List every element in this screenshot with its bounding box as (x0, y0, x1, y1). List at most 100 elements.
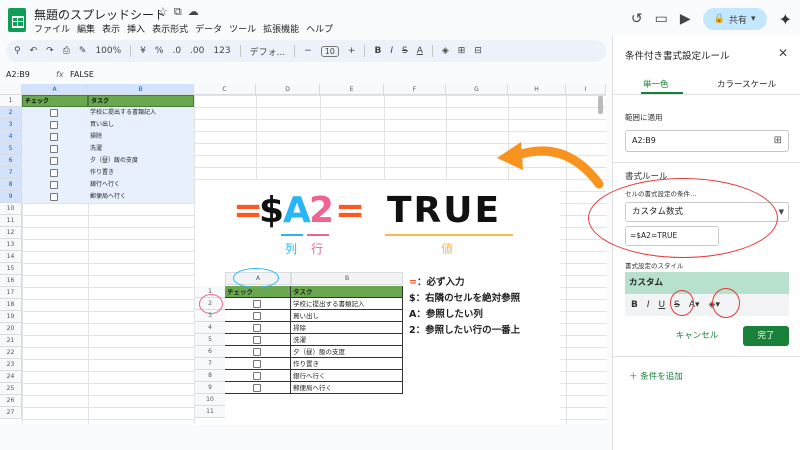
document-title[interactable]: 無題のスプレッドシート (34, 6, 166, 23)
column-header-d[interactable]: D (256, 84, 320, 95)
currency-button[interactable]: ¥ (140, 46, 146, 56)
task-cell[interactable]: 銀行へ行く (88, 179, 194, 191)
chevron-down-icon[interactable]: ▾ (751, 14, 756, 24)
percent-button[interactable]: % (155, 46, 164, 56)
column-header-b[interactable]: B (88, 84, 194, 95)
row-header[interactable]: 20 (0, 323, 22, 335)
checkbox[interactable] (50, 193, 58, 201)
row-header[interactable]: 4 (0, 131, 22, 143)
row-header[interactable]: 17 (0, 287, 22, 299)
vertical-scrollbar[interactable] (598, 96, 603, 114)
row-header[interactable]: 26 (0, 395, 22, 407)
menu-insert[interactable]: 挿入 (127, 22, 145, 35)
menu-data[interactable]: データ (195, 22, 222, 35)
cancel-button[interactable]: キャンセル (665, 326, 729, 346)
borders-icon[interactable]: ⊞ (458, 46, 466, 56)
gemini-icon[interactable]: ✦ (779, 10, 792, 29)
tab-color-scale[interactable]: カラースケール (717, 78, 776, 90)
style-italic-button[interactable]: I (647, 300, 650, 310)
add-rule-button[interactable]: ＋ 条件を追加 (629, 370, 683, 382)
header-cell-task[interactable]: タスク (88, 95, 194, 107)
formula-input[interactable]: FALSE (70, 70, 94, 79)
row-header[interactable]: 13 (0, 239, 22, 251)
task-cell[interactable]: 洗濯 (88, 143, 194, 155)
row-header[interactable]: 16 (0, 275, 22, 287)
task-cell[interactable]: 作り置き (88, 167, 194, 179)
increase-decimal-button[interactable]: .00 (190, 46, 204, 56)
fill-color-icon[interactable]: ◈ (442, 46, 449, 56)
menu-tools[interactable]: ツール (229, 22, 256, 35)
row-header[interactable]: 18 (0, 299, 22, 311)
task-cell[interactable]: 夕（昼）飯の支度 (88, 155, 194, 167)
task-cell[interactable]: 郵便局へ行く (88, 191, 194, 203)
meet-icon[interactable]: ▶ (680, 11, 691, 27)
column-header-c[interactable]: C (194, 84, 256, 95)
search-icon[interactable]: ⚲ (14, 46, 21, 56)
row-header[interactable]: 12 (0, 227, 22, 239)
row-header[interactable]: 9 (0, 191, 22, 203)
star-icon[interactable]: ☆ (158, 5, 174, 18)
task-cell[interactable]: 学校に提出する書類記入 (88, 107, 194, 119)
history-icon[interactable]: ↺ (631, 11, 643, 27)
menu-help[interactable]: ヘルプ (306, 22, 333, 35)
row-header[interactable]: 24 (0, 371, 22, 383)
row-header[interactable]: 15 (0, 263, 22, 275)
task-cell[interactable]: 掃除 (88, 131, 194, 143)
sheets-logo-icon[interactable] (8, 8, 26, 32)
text-color-button[interactable]: A (417, 46, 423, 56)
checkbox[interactable] (50, 169, 58, 177)
row-header[interactable]: 1 (0, 95, 22, 107)
column-header-f[interactable]: F (384, 84, 446, 95)
column-header-a[interactable]: A (22, 84, 88, 95)
column-header-g[interactable]: G (446, 84, 508, 95)
comment-icon[interactable]: ▭ (655, 11, 668, 27)
checkbox[interactable] (50, 145, 58, 153)
task-cell[interactable]: 買い出し (88, 119, 194, 131)
menu-file[interactable]: ファイル (34, 22, 70, 35)
menu-view[interactable]: 表示 (102, 22, 120, 35)
checkbox[interactable] (50, 181, 58, 189)
row-header[interactable]: 8 (0, 179, 22, 191)
row-header[interactable]: 6 (0, 155, 22, 167)
row-header[interactable]: 23 (0, 359, 22, 371)
row-header[interactable]: 21 (0, 335, 22, 347)
row-header[interactable]: 5 (0, 143, 22, 155)
menu-format[interactable]: 表示形式 (152, 22, 188, 35)
font-size-increase-icon[interactable]: + (348, 46, 356, 56)
font-select[interactable]: デフォ... (250, 45, 286, 58)
range-input[interactable]: A2:B9 ⊞ (625, 130, 789, 152)
merge-cells-icon[interactable]: ⊟ (474, 46, 482, 56)
style-bold-button[interactable]: B (631, 300, 638, 310)
zoom-select[interactable]: 100% (95, 46, 121, 56)
checkbox[interactable] (50, 133, 58, 141)
row-header[interactable]: 11 (0, 215, 22, 227)
corner-cell[interactable] (0, 84, 22, 95)
number-format-button[interactable]: 123 (213, 46, 230, 56)
row-header[interactable]: 19 (0, 311, 22, 323)
row-header[interactable]: 2 (0, 107, 22, 119)
header-cell-check[interactable]: チェック (22, 95, 88, 107)
checkbox[interactable] (50, 121, 58, 129)
bold-button[interactable]: B (374, 46, 381, 56)
row-header[interactable]: 3 (0, 119, 22, 131)
row-header[interactable]: 10 (0, 203, 22, 215)
print-icon[interactable]: ⎙ (63, 46, 70, 56)
italic-button[interactable]: I (390, 46, 393, 56)
select-range-icon[interactable]: ⊞ (774, 131, 782, 151)
tab-single-color[interactable]: 単一色 (643, 78, 669, 90)
redo-icon[interactable]: ↷ (46, 46, 54, 56)
checkbox[interactable] (50, 109, 58, 117)
close-icon[interactable]: ✕ (778, 46, 788, 60)
done-button[interactable]: 完了 (743, 326, 789, 346)
checkbox[interactable] (50, 157, 58, 165)
move-folder-icon[interactable]: ⧉ (174, 5, 188, 18)
share-button[interactable]: 🔒 共有 ▾ (702, 8, 767, 30)
menu-extensions[interactable]: 拡張機能 (263, 22, 299, 35)
name-box[interactable]: A2:B9 (0, 70, 56, 79)
cloud-status-icon[interactable]: ☁ (188, 5, 205, 18)
font-size-input[interactable]: 10 (320, 45, 339, 57)
row-header[interactable]: 7 (0, 167, 22, 179)
undo-icon[interactable]: ↶ (30, 46, 38, 56)
row-header[interactable]: 22 (0, 347, 22, 359)
column-header-i[interactable]: I (566, 84, 606, 95)
